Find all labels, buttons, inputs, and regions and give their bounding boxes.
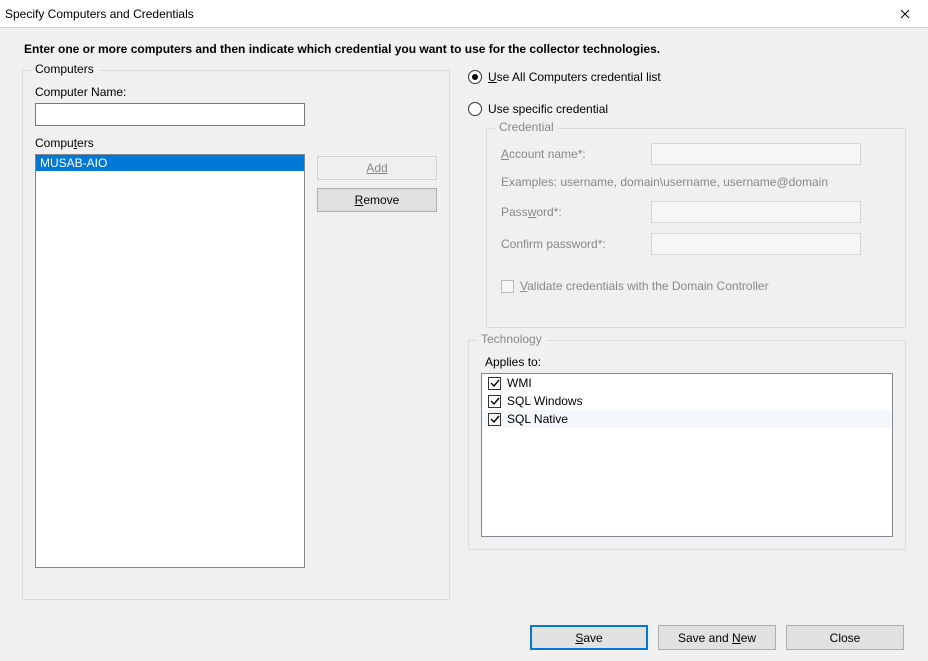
dialog-footer: Save Save and New Close — [530, 625, 904, 650]
checkbox-icon[interactable] — [488, 413, 501, 426]
close-icon[interactable] — [882, 0, 928, 28]
credential-examples: Examples: username, domain\username, use… — [501, 175, 891, 189]
technology-item[interactable]: SQL Windows — [482, 392, 892, 410]
checkbox-icon[interactable] — [488, 377, 501, 390]
computers-group-title: Computers — [31, 62, 98, 76]
confirm-password-label: Confirm password*: — [501, 237, 651, 251]
technology-group-title: Technology — [477, 332, 546, 346]
save-button[interactable]: Save — [530, 625, 648, 650]
credential-group: Credential Account name*: Examples: user… — [486, 128, 906, 328]
close-button[interactable]: Close — [786, 625, 904, 650]
technology-list[interactable]: WMI SQL Windows SQL Native — [481, 373, 893, 537]
window-title: Specify Computers and Credentials — [5, 7, 194, 21]
technology-item[interactable]: SQL Native — [482, 410, 892, 428]
computer-name-label: Computer Name: — [35, 85, 437, 99]
confirm-password-input — [651, 233, 861, 255]
title-bar: Specify Computers and Credentials — [0, 0, 928, 28]
remove-button[interactable]: Remove — [317, 188, 437, 212]
radio-use-all[interactable]: Use All Computers credential list — [468, 70, 906, 84]
account-name-label: Account name*: — [501, 147, 651, 161]
technology-item[interactable]: WMI — [482, 374, 892, 392]
credential-group-title: Credential — [495, 120, 558, 134]
validate-credentials-checkbox: Validate credentials with the Domain Con… — [501, 279, 891, 293]
technology-group: Technology Applies to: WMI SQL Windows S… — [468, 340, 906, 550]
radio-icon — [468, 102, 482, 116]
instruction-text: Enter one or more computers and then ind… — [24, 42, 906, 56]
account-name-input — [651, 143, 861, 165]
checkbox-icon — [501, 280, 514, 293]
checkbox-icon[interactable] — [488, 395, 501, 408]
password-input — [651, 201, 861, 223]
computers-group: Computers Computer Name: Computers MUSAB… — [22, 70, 450, 600]
list-item[interactable]: MUSAB-AIO — [36, 155, 304, 171]
computers-listbox[interactable]: MUSAB-AIO — [35, 154, 305, 568]
save-and-new-button[interactable]: Save and New — [658, 625, 776, 650]
computer-name-input[interactable] — [35, 103, 305, 126]
computers-list-label: Computers — [35, 136, 437, 150]
add-button: Add — [317, 156, 437, 180]
password-label: Password*: — [501, 205, 651, 219]
radio-use-specific[interactable]: Use specific credential — [468, 102, 906, 116]
radio-icon — [468, 70, 482, 84]
applies-to-label: Applies to: — [485, 355, 893, 369]
